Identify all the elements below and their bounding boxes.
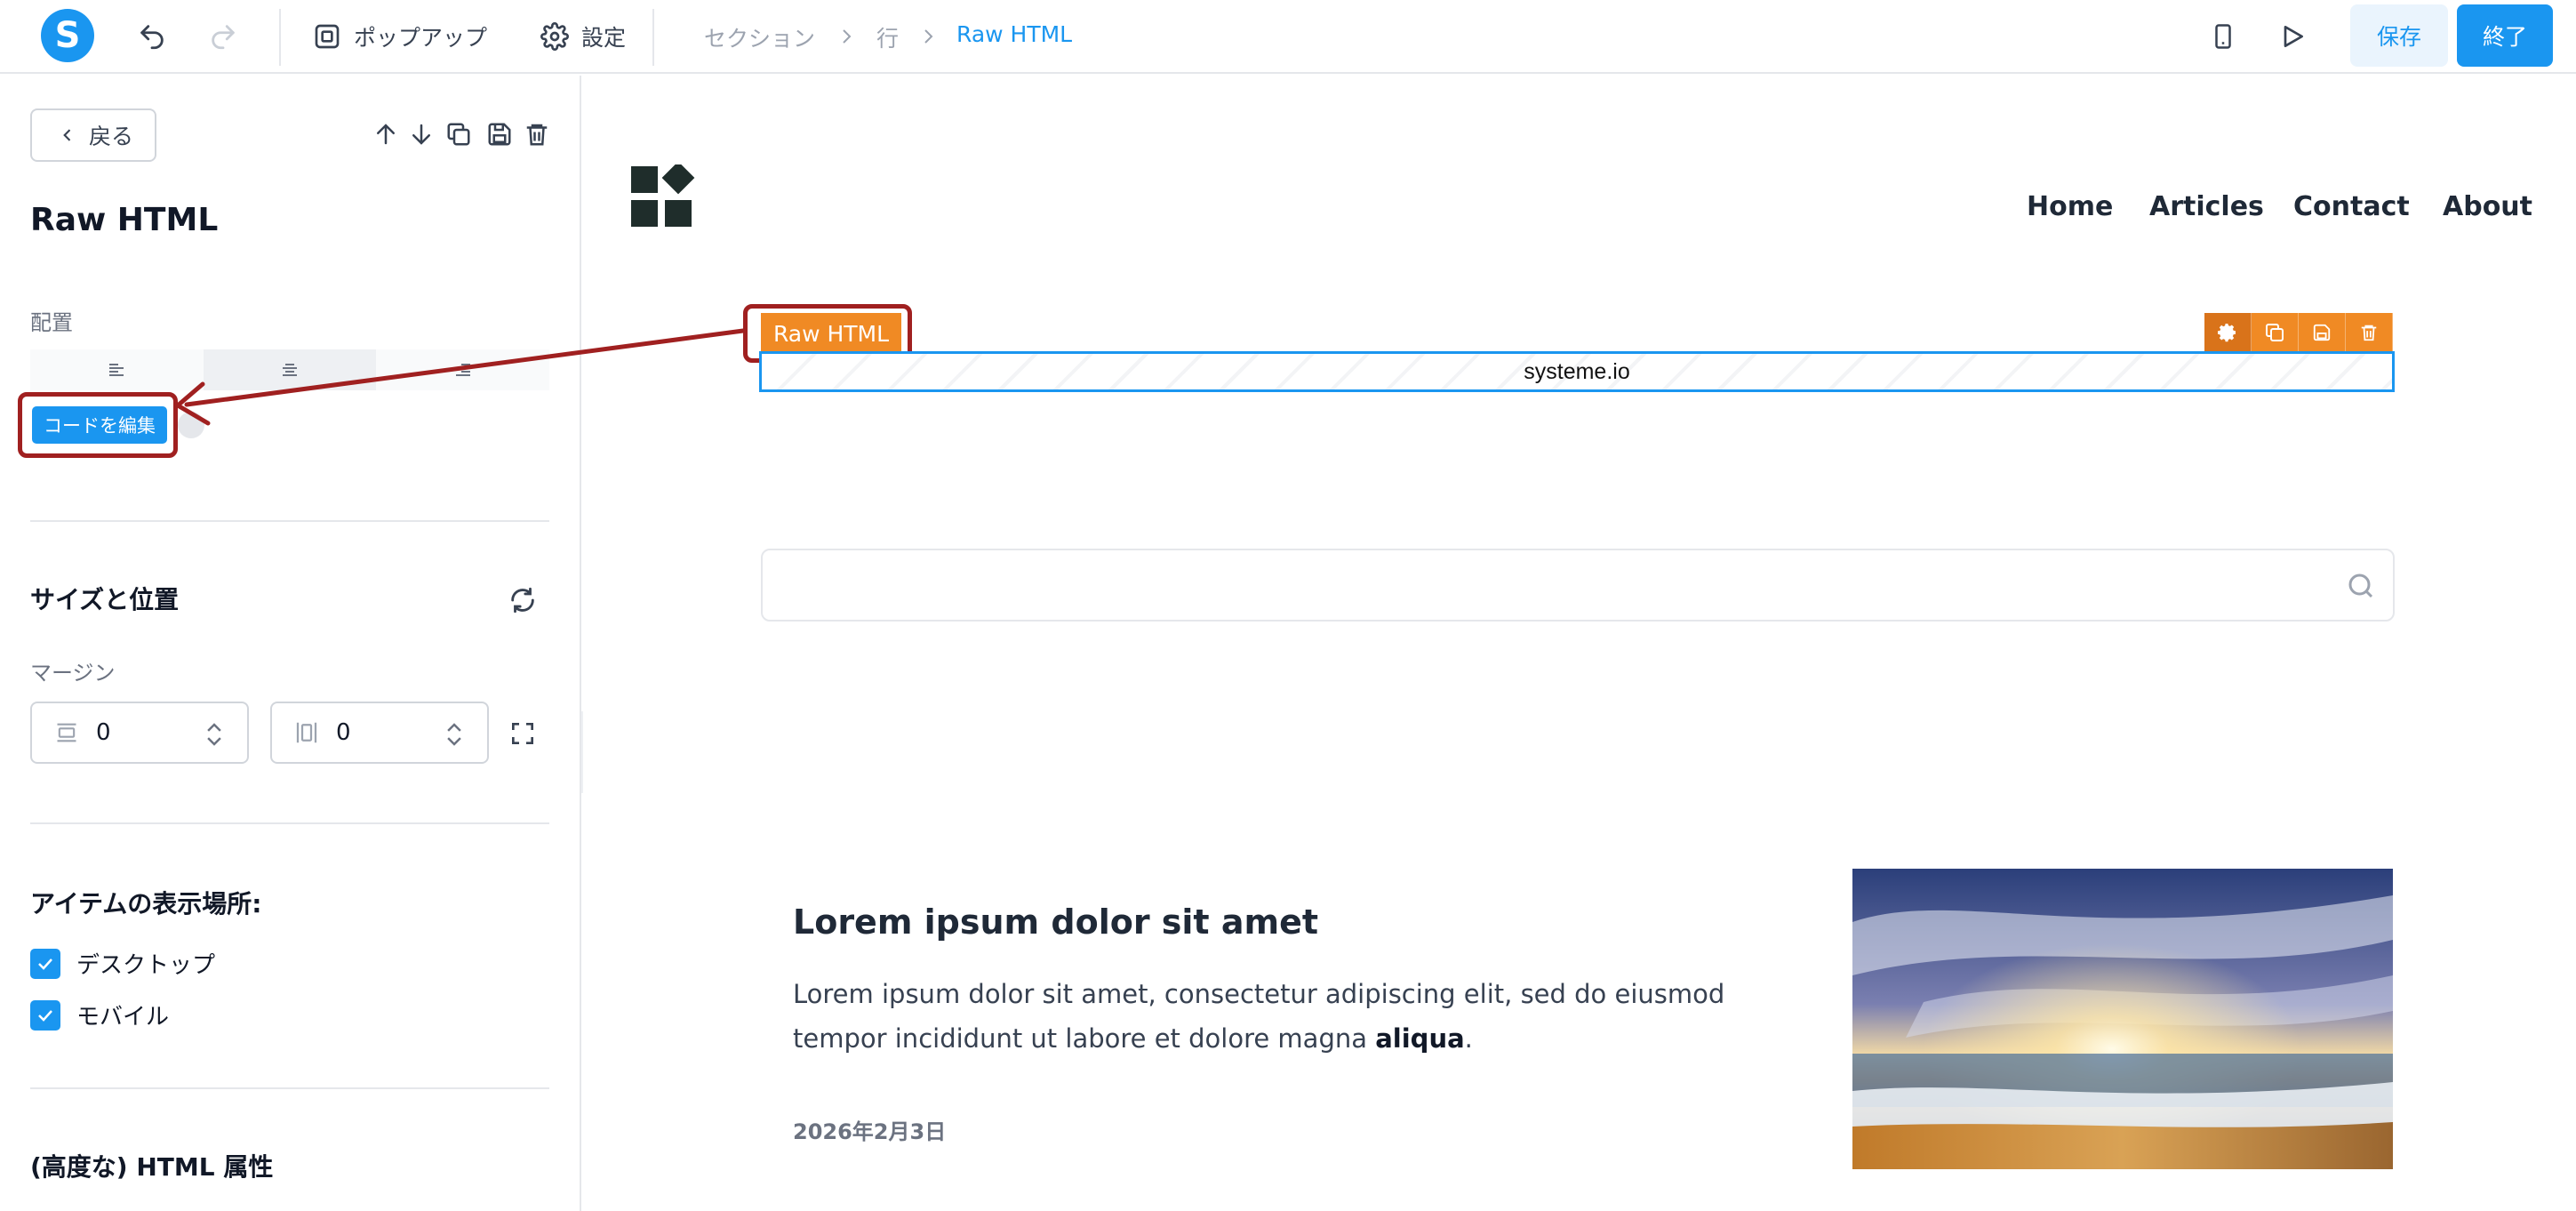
settings-sidebar: 戻る Raw HTML 配置 コードを編集 サイズと位置 マージン 0 0 アイ… <box>0 76 581 1211</box>
popup-label: ポップアップ <box>354 25 488 51</box>
element-trash-icon[interactable] <box>2346 313 2393 352</box>
post-excerpt: Lorem ipsum dolor sit amet, consectetur … <box>793 972 1806 1061</box>
save-button[interactable]: 保存 <box>2350 4 2448 67</box>
app-logo[interactable]: S <box>41 9 94 62</box>
chevron-right-icon <box>924 29 933 44</box>
element-duplicate-icon[interactable] <box>2252 313 2299 352</box>
redo-icon[interactable] <box>204 18 242 55</box>
sidebar-title: Raw HTML <box>30 202 219 238</box>
alignment-group <box>30 349 550 390</box>
margin-horizontal-input[interactable]: 0 <box>30 702 249 764</box>
site-logo-icon[interactable] <box>631 164 695 227</box>
gear-icon <box>540 22 569 51</box>
align-left-icon <box>109 364 124 376</box>
nav-articles[interactable]: Articles <box>2149 191 2264 222</box>
section-divider <box>30 520 549 522</box>
expand-icon[interactable] <box>507 718 539 750</box>
post-date: 2026年2月3日 <box>793 1119 947 1144</box>
stepper-icon[interactable] <box>204 719 224 750</box>
desktop-visibility-row[interactable]: デスクトップ <box>30 947 215 980</box>
trash-icon[interactable] <box>521 118 553 150</box>
done-button[interactable]: 終了 <box>2457 4 2553 67</box>
post-excerpt-text: Lorem ipsum dolor sit amet, consectetur … <box>793 979 1725 1054</box>
breadcrumb-row[interactable]: 行 <box>876 21 899 53</box>
mobile-label: モバイル <box>76 1004 170 1031</box>
move-down-icon[interactable] <box>405 118 437 150</box>
visibility-heading: アイテムの表示場所: <box>30 889 262 918</box>
align-right-option[interactable] <box>376 349 550 390</box>
move-up-icon[interactable] <box>370 118 402 150</box>
horizontal-margin-icon <box>57 723 76 742</box>
mobile-visibility-row[interactable]: モバイル <box>30 998 169 1031</box>
align-left-option[interactable] <box>30 349 204 390</box>
post-title[interactable]: Lorem ipsum dolor sit amet <box>793 902 1318 942</box>
mobile-preview-icon[interactable] <box>2204 18 2242 55</box>
advanced-html-attributes-heading: (高度な) HTML 属性 <box>30 1152 274 1182</box>
toolbar-divider <box>279 9 281 66</box>
margin-horizontal-value: 0 <box>96 719 111 746</box>
raw-html-content: systeme.io <box>1524 358 1630 384</box>
nav-contact[interactable]: Contact <box>2293 191 2410 222</box>
toolbar-divider <box>652 9 654 66</box>
settings-label: 設定 <box>581 25 627 51</box>
stepper-icon[interactable] <box>444 719 464 750</box>
align-right-icon <box>455 364 470 376</box>
duplicate-icon[interactable] <box>443 118 475 150</box>
mobile-checkbox[interactable] <box>30 999 60 1031</box>
search-input[interactable] <box>761 549 2395 622</box>
undo-icon[interactable] <box>133 18 171 55</box>
element-settings-icon[interactable] <box>2204 313 2252 352</box>
chevron-left-icon <box>63 129 71 141</box>
vertical-margin-icon <box>296 722 317 743</box>
reset-icon[interactable] <box>507 584 539 616</box>
margin-vertical-input[interactable]: 0 <box>270 702 489 764</box>
raw-html-element[interactable]: systeme.io <box>759 351 2395 392</box>
settings-button[interactable]: 設定 <box>540 16 626 57</box>
back-label: 戻る <box>89 124 134 149</box>
nav-home[interactable]: Home <box>2027 191 2113 222</box>
save-element-icon[interactable] <box>484 118 516 150</box>
post-image[interactable] <box>1852 869 2393 1169</box>
play-preview-icon[interactable] <box>2274 18 2311 55</box>
back-button[interactable]: 戻る <box>30 108 156 162</box>
annotation-highlight-edit-code <box>18 392 178 458</box>
align-center-option[interactable] <box>203 349 377 390</box>
section-divider <box>30 822 549 824</box>
size-position-heading: サイズと位置 <box>30 585 180 614</box>
element-toolbar <box>2204 313 2393 352</box>
info-icon[interactable] <box>178 412 204 438</box>
desktop-label: デスクトップ <box>76 952 216 979</box>
chevron-right-icon <box>843 29 852 44</box>
popup-button[interactable]: ポップアップ <box>313 16 487 57</box>
section-divider <box>30 1087 549 1089</box>
post-excerpt-end: . <box>1464 1023 1473 1054</box>
checkmark-icon <box>38 1009 52 1022</box>
desktop-checkbox[interactable] <box>30 948 60 979</box>
nav-about[interactable]: About <box>2443 191 2532 222</box>
element-save-icon[interactable] <box>2299 313 2346 352</box>
breadcrumb-current: Raw HTML <box>956 21 1073 47</box>
align-center-icon <box>283 364 297 376</box>
checkmark-icon <box>38 958 52 970</box>
margin-label: マージン <box>30 661 116 686</box>
page-canvas: Home Articles Contact About Raw HTML sys… <box>583 76 2576 1211</box>
margin-vertical-value: 0 <box>336 719 351 746</box>
top-toolbar: S ポップアップ 設定 セクション 行 Raw HTML 保存 終了 <box>0 0 2576 74</box>
search-icon[interactable] <box>2345 570 2377 602</box>
popup-icon <box>315 24 340 49</box>
alignment-label: 配置 <box>30 310 73 335</box>
breadcrumb-section[interactable]: セクション <box>704 21 815 53</box>
post-excerpt-bold: aliqua <box>1375 1023 1465 1054</box>
